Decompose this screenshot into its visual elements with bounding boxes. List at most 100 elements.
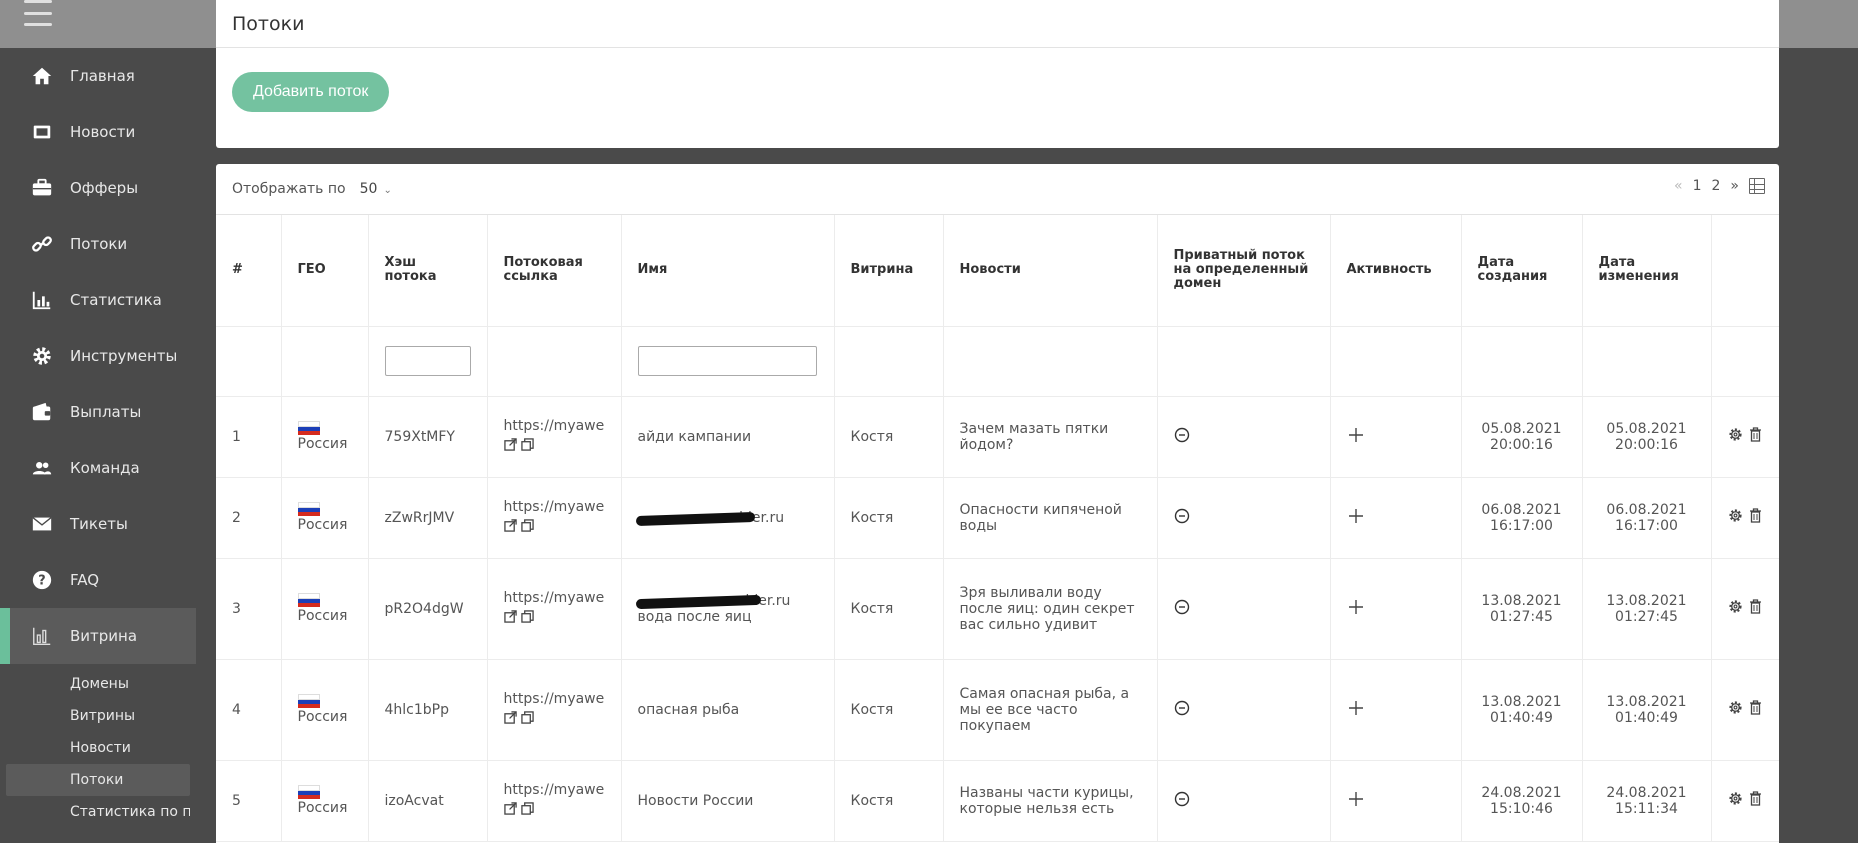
plus-icon[interactable] <box>1347 791 1365 812</box>
sidebar-item-storefront[interactable]: Витрина <box>0 608 196 664</box>
geo-label: Россия <box>297 608 348 624</box>
news-title: Названы части курицы, которые нельзя ест… <box>943 760 1158 842</box>
minus-circle-icon[interactable] <box>1174 427 1190 447</box>
column-header[interactable]: Витрина <box>834 215 944 327</box>
sidebar-item-team[interactable]: Команда <box>0 440 196 496</box>
settings-gear-icon[interactable] <box>1728 700 1743 719</box>
settings-gear-icon[interactable] <box>1728 791 1743 810</box>
sidebar-item-label: Статистика <box>70 291 162 309</box>
flows-table: # ГЕО Хэш потока Потоковая ссылка Имя Ви… <box>216 215 1779 842</box>
table-header-row: # ГЕО Хэш потока Потоковая ссылка Имя Ви… <box>216 215 1779 327</box>
hamburger-menu-icon[interactable] <box>24 0 52 26</box>
external-link-icon[interactable] <box>503 438 517 455</box>
pager-next[interactable]: » <box>1730 178 1739 194</box>
row-number: 3 <box>216 558 282 660</box>
external-link-icon[interactable] <box>503 610 517 627</box>
row-number: 4 <box>216 659 282 761</box>
submenu-item-domains[interactable]: Домены <box>6 668 190 700</box>
settings-gear-icon[interactable] <box>1728 599 1743 618</box>
trash-icon[interactable] <box>1749 427 1762 446</box>
page-title: Потоки <box>216 0 1779 48</box>
pagination: « 1 2 » <box>1674 178 1765 194</box>
minus-circle-icon[interactable] <box>1174 508 1190 528</box>
external-link-icon[interactable] <box>503 519 517 536</box>
storefront-name: Костя <box>834 396 944 478</box>
copy-icon[interactable] <box>520 610 534 627</box>
table-row[interactable]: 3 Россия pR2O4dgW https://myawes rambler… <box>216 558 1779 660</box>
table-row[interactable]: 4 Россия 4hlc1bPp https://myawes опасная… <box>216 659 1779 761</box>
russia-flag-icon <box>297 785 320 799</box>
minus-circle-icon[interactable] <box>1174 599 1190 619</box>
minus-circle-icon[interactable] <box>1174 700 1190 720</box>
external-link-icon[interactable] <box>503 711 517 728</box>
sidebar-item-news[interactable]: Новости <box>0 104 196 160</box>
submenu-item-flows[interactable]: Потоки <box>6 764 190 796</box>
pager-page-1[interactable]: 1 <box>1693 178 1702 194</box>
name-filter-input[interactable] <box>637 346 817 376</box>
sidebar-item-tickets[interactable]: Тикеты <box>0 496 196 552</box>
copy-icon[interactable] <box>520 438 534 455</box>
column-header[interactable]: Хэш потока <box>368 215 488 327</box>
copy-icon[interactable] <box>520 802 534 819</box>
home-icon <box>30 64 54 88</box>
flow-link: https://myawes <box>503 590 605 606</box>
column-header[interactable]: Новости <box>943 215 1158 327</box>
column-header[interactable]: Потоковая ссылка <box>487 215 622 327</box>
storefront-name: Костя <box>834 558 944 660</box>
news-title: Зачем мазать пятки йодом? <box>943 396 1158 478</box>
table-row[interactable]: 2 Россия zZwRrJMV https://myawes mbler.r… <box>216 477 1779 559</box>
column-header[interactable]: Имя <box>621 215 835 327</box>
modified-date: 13.08.2021 01:40:49 <box>1582 659 1712 761</box>
flow-name: rambler.ru <box>638 593 791 609</box>
submenu-item-statistics[interactable]: Статистика по п... <box>6 796 190 828</box>
trash-icon[interactable] <box>1749 700 1762 719</box>
modified-date: 06.08.2021 16:17:00 <box>1582 477 1712 559</box>
plus-icon[interactable] <box>1347 599 1365 620</box>
settings-gear-icon[interactable] <box>1728 508 1743 527</box>
sidebar-item-home[interactable]: Главная <box>0 48 196 104</box>
plus-icon[interactable] <box>1347 700 1365 721</box>
column-header[interactable]: Дата изменения <box>1582 215 1712 327</box>
table-settings-icon[interactable] <box>1749 178 1765 194</box>
hash-filter-input[interactable] <box>384 346 471 376</box>
column-header[interactable]: # <box>216 215 282 327</box>
trash-icon[interactable] <box>1749 791 1762 810</box>
trash-icon[interactable] <box>1749 508 1762 527</box>
modified-date: 24.08.2021 15:11:34 <box>1582 760 1712 842</box>
storefront-name: Костя <box>834 659 944 761</box>
pager-page-2[interactable]: 2 <box>1712 178 1721 194</box>
column-header[interactable]: Приватный поток на определенный домен <box>1157 215 1331 327</box>
geo-label: Россия <box>297 517 348 533</box>
plus-icon[interactable] <box>1347 427 1365 448</box>
trash-icon[interactable] <box>1749 599 1762 618</box>
sidebar-item-tools[interactable]: Инструменты <box>0 328 196 384</box>
sidebar-item-flows[interactable]: Потоки <box>0 216 196 272</box>
column-header[interactable]: Дата создания <box>1461 215 1583 327</box>
created-date: 13.08.2021 01:40:49 <box>1461 659 1583 761</box>
table-row[interactable]: 5 Россия izoAcvat https://myawes Новости… <box>216 760 1779 842</box>
plus-icon[interactable] <box>1347 508 1365 529</box>
minus-circle-icon[interactable] <box>1174 791 1190 811</box>
external-link-icon[interactable] <box>503 802 517 819</box>
settings-gear-icon[interactable] <box>1728 427 1743 446</box>
briefcase-icon <box>30 176 54 200</box>
envelope-icon <box>30 512 54 536</box>
perpage-select[interactable]: 50 ⌄ <box>360 181 392 197</box>
submenu-item-news[interactable]: Новости <box>6 732 190 764</box>
table-row[interactable]: 1 Россия 759XtMFY https://myawes айди ка… <box>216 396 1779 478</box>
question-icon: ? <box>30 568 54 592</box>
sidebar-item-payouts[interactable]: Выплаты <box>0 384 196 440</box>
sidebar-item-offers[interactable]: Офферы <box>0 160 196 216</box>
add-flow-button[interactable]: Добавить поток <box>232 72 390 112</box>
sidebar-item-statistics[interactable]: Статистика <box>0 272 196 328</box>
created-date: 24.08.2021 15:10:46 <box>1461 760 1583 842</box>
sidebar-item-label: Выплаты <box>70 403 142 421</box>
sidebar-item-faq[interactable]: ? FAQ <box>0 552 196 608</box>
column-header[interactable]: Активность <box>1330 215 1462 327</box>
pager-prev[interactable]: « <box>1674 178 1683 194</box>
copy-icon[interactable] <box>520 711 534 728</box>
column-header[interactable]: ГЕО <box>281 215 369 327</box>
copy-icon[interactable] <box>520 519 534 536</box>
sidebar-item-label: Офферы <box>70 179 139 197</box>
submenu-item-storefronts[interactable]: Витрины <box>6 700 190 732</box>
